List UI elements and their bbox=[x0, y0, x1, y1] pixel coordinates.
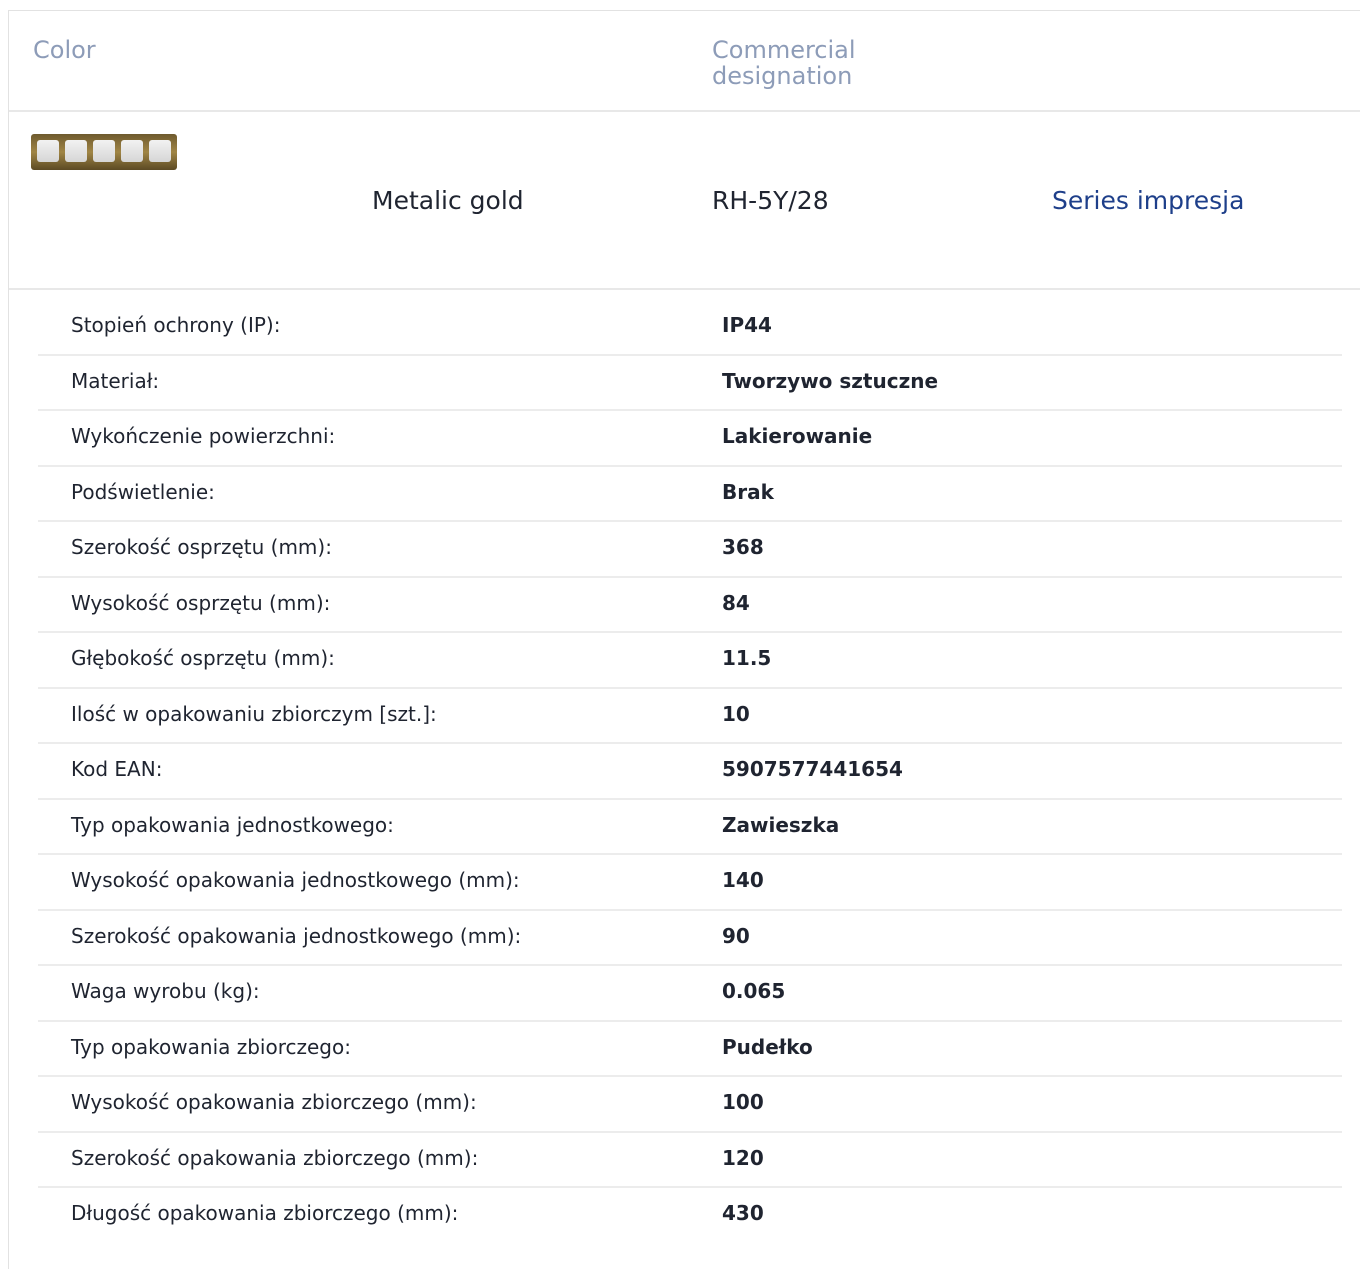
spec-value: 84 bbox=[722, 590, 750, 615]
product-variant-row: Metalic gold RH-5Y/28 Series impresja bbox=[9, 112, 1360, 290]
spec-value: Zawieszka bbox=[722, 812, 840, 837]
spec-row: Długość opakowania zbiorczego (mm): 430 bbox=[38, 1188, 1342, 1244]
spec-value: 90 bbox=[722, 923, 750, 948]
spec-value: Brak bbox=[722, 479, 774, 504]
spec-label: Podświetlenie: bbox=[71, 479, 215, 504]
spec-label: Ilość w opakowaniu zbiorczym [szt.]: bbox=[71, 701, 437, 726]
spec-label: Materiał: bbox=[71, 368, 160, 393]
spec-label: Stopień ochrony (IP): bbox=[71, 313, 281, 337]
spec-label: Typ opakowania jednostkowego: bbox=[71, 812, 394, 837]
spec-row: Typ opakowania jednostkowego: Zawieszka bbox=[38, 800, 1342, 855]
spec-label: Długość opakowania zbiorczego (mm): bbox=[71, 1201, 459, 1225]
specifications-table: Stopień ochrony (IP): IP44 Materiał: Tworzy… bbox=[38, 300, 1342, 1244]
spec-row: Szerokość osprzętu (mm): 368 bbox=[38, 522, 1342, 578]
spec-label: Szerokość osprzętu (mm): bbox=[71, 535, 332, 559]
spec-row: Typ opakowania zbiorczego: Pudełko bbox=[38, 1022, 1342, 1077]
spec-label: Waga wyrobu (kg): bbox=[71, 979, 260, 1003]
product-code: RH-5Y/28 bbox=[712, 186, 829, 215]
spec-row: Głębokość osprzętu (mm): 11.5 bbox=[38, 633, 1342, 689]
spec-value: 11.5 bbox=[722, 646, 772, 670]
spec-row: Stopień ochrony (IP): IP44 bbox=[38, 300, 1342, 356]
spec-value: 5907577441654 bbox=[722, 757, 903, 781]
product-color-name: Metalic gold bbox=[372, 186, 524, 215]
spec-row: Szerokość opakowania jednostkowego (mm):… bbox=[38, 911, 1342, 966]
series-link[interactable]: Series impresja bbox=[1052, 186, 1244, 216]
spec-value: Lakierowanie bbox=[722, 424, 873, 448]
spec-row: Wysokość opakowania zbiorczego (mm): 100 bbox=[38, 1077, 1342, 1133]
spec-value: 0.065 bbox=[722, 979, 786, 1003]
spec-row: Wysokość osprzętu (mm): 84 bbox=[38, 578, 1342, 633]
spec-value: 430 bbox=[722, 1201, 764, 1225]
spec-value: 368 bbox=[722, 535, 764, 559]
spec-row: Wysokość opakowania jednostkowego (mm): 1… bbox=[38, 855, 1342, 911]
gold-five-gang-frame-icon bbox=[31, 134, 177, 170]
spec-label: Wysokość opakowania jednostkowego (mm): bbox=[71, 868, 520, 892]
spec-label: Szerokość opakowania zbiorczego (mm): bbox=[71, 1145, 479, 1170]
spec-row: Szerokość opakowania zbiorczego (mm): 120 bbox=[38, 1133, 1342, 1188]
spec-value: 10 bbox=[722, 701, 750, 726]
spec-value: Pudełko bbox=[722, 1034, 813, 1059]
spec-row: Wykończenie powierzchni: Lakierowanie bbox=[38, 411, 1342, 467]
spec-value: 120 bbox=[722, 1145, 764, 1170]
color-column-header: Color bbox=[33, 36, 96, 64]
spec-row: Waga wyrobu (kg): 0.065 bbox=[38, 966, 1342, 1022]
spec-label: Typ opakowania zbiorczego: bbox=[71, 1034, 351, 1059]
spec-label: Wykończenie powierzchni: bbox=[71, 424, 336, 448]
spec-value: 140 bbox=[722, 868, 764, 892]
spec-value: IP44 bbox=[722, 313, 772, 337]
variant-table-header: Color Commercial designation bbox=[9, 11, 1360, 112]
commercial-designation-column-header: Commercial designation bbox=[712, 36, 856, 90]
spec-label: Kod EAN: bbox=[71, 757, 163, 781]
spec-row: Ilość w opakowaniu zbiorczym [szt.]: 10 bbox=[38, 689, 1342, 744]
spec-row: Kod EAN: 5907577441654 bbox=[38, 744, 1342, 800]
spec-row: Podświetlenie: Brak bbox=[38, 467, 1342, 522]
spec-row: Materiał: Tworzywo sztuczne bbox=[38, 356, 1342, 411]
spec-value: Tworzywo sztuczne bbox=[722, 368, 939, 393]
spec-label: Głębokość osprzętu (mm): bbox=[71, 646, 335, 670]
spec-label: Szerokość opakowania jednostkowego (mm): bbox=[71, 923, 522, 948]
spec-value: 100 bbox=[722, 1090, 764, 1114]
spec-label: Wysokość opakowania zbiorczego (mm): bbox=[71, 1090, 477, 1114]
spec-label: Wysokość osprzętu (mm): bbox=[71, 590, 331, 615]
